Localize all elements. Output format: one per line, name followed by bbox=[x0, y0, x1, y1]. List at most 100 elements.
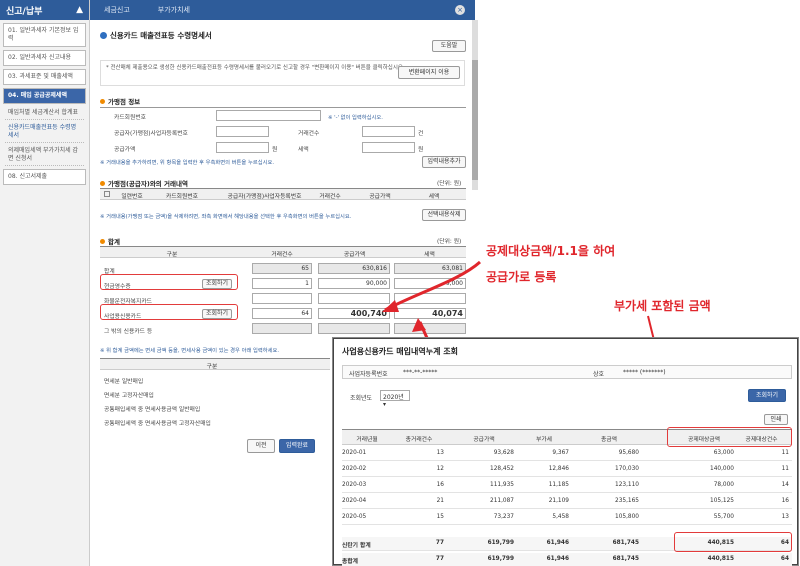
popup-table-cell: 681,745 bbox=[612, 540, 639, 546]
col-total-supply: 공급가액 bbox=[343, 252, 366, 258]
col-card-no: 카드회원번호 bbox=[166, 194, 198, 200]
close-icon[interactable]: × bbox=[455, 5, 465, 15]
popup-table-cell: 128,452 bbox=[490, 466, 514, 472]
trx-count-input[interactable] bbox=[362, 126, 415, 137]
popup-table-cell: 681,745 bbox=[612, 556, 639, 562]
popup-table-cell: 13 bbox=[781, 514, 789, 520]
unit-label: (단위: 원) bbox=[437, 181, 462, 187]
merchant-note: ※ 거래내용을 추가하려면, 위 항목을 입력한 후 우측화면의 버튼을 누르십… bbox=[100, 160, 275, 166]
scrollbar[interactable] bbox=[472, 20, 478, 190]
business-card-count[interactable]: 64 bbox=[252, 308, 312, 319]
won-unit: 원 bbox=[272, 147, 278, 153]
page-title: 신용카드 매출전표등 수령명세서 bbox=[100, 30, 212, 41]
popup-table-cell: 111,935 bbox=[490, 482, 514, 488]
popup-table-cell: 77 bbox=[435, 556, 444, 562]
print-button[interactable]: 인쇄 bbox=[764, 414, 788, 425]
sidebar-item-purchase-deduction[interactable]: 04. 매입 공급공제세액 bbox=[3, 88, 86, 104]
annotation-vat-included: 부가세 포함된 금액 bbox=[614, 299, 711, 313]
notice-text: * 전산매체 제출용으로 생성한 신용카드매출전표등 수령명세서를 불러오기로 … bbox=[106, 65, 405, 71]
popup-table-cell: 2020-04 bbox=[342, 498, 367, 504]
total-tax-value: 63,081 bbox=[394, 263, 466, 274]
delete-selected-button[interactable]: 선택내용삭제 bbox=[422, 209, 466, 221]
sidebar-item-report-content[interactable]: 02. 일반과세자 신고내용 bbox=[3, 50, 86, 66]
popup-table-cell: 77 bbox=[435, 540, 444, 546]
welfare-card-supply[interactable] bbox=[318, 293, 390, 304]
popup-table-cell: 170,030 bbox=[615, 466, 639, 472]
popup-search-button[interactable]: 조회하기 bbox=[748, 389, 786, 402]
scrollbar-thumb[interactable] bbox=[472, 60, 478, 180]
popup-table-row: 2020-02 12 128,452 12,846 170,030 140,000 11 bbox=[342, 463, 792, 477]
popup-table-cell: 16 bbox=[781, 498, 789, 504]
popup-table-cell: 13 bbox=[436, 450, 444, 456]
select-all-checkbox[interactable] bbox=[104, 191, 110, 197]
card-history-popup: 사업용신용카드 매입내역누계 조회 사업자등록번호 ***-**-***** 상… bbox=[333, 338, 798, 566]
annotation-register: 공급가로 등록 bbox=[486, 270, 557, 284]
help-button[interactable]: 도움말 bbox=[432, 40, 466, 52]
popup-table-cell: 105,125 bbox=[710, 498, 734, 504]
complete-button[interactable]: 입력완료 bbox=[279, 439, 315, 453]
sidebar-item-submit[interactable]: 08. 신고서제출 bbox=[3, 169, 86, 185]
col-month: 거래년월 bbox=[356, 437, 378, 443]
section-bullet-icon bbox=[100, 239, 105, 244]
deduct-row-2: 면세분 고정자산매입 bbox=[104, 393, 154, 399]
popup-table-cell: 21,109 bbox=[548, 498, 569, 504]
other-card-supply bbox=[318, 323, 390, 334]
top-bar: 세금신고 부가가치세 × bbox=[90, 0, 475, 20]
highlight-deductible-columns bbox=[667, 427, 792, 447]
popup-table-cell: 9,367 bbox=[552, 450, 569, 456]
breadcrumb-tax-report[interactable]: 세금신고 bbox=[90, 5, 144, 15]
popup-table-cell: 11 bbox=[781, 466, 789, 472]
sidebar-sub-invoice-summary[interactable]: 매입처별 세금계산서 합계표 bbox=[5, 107, 84, 120]
name-value: ***** (*******) bbox=[623, 369, 666, 376]
popup-table-cell: 140,000 bbox=[710, 466, 734, 472]
popup-table-cell: 55,700 bbox=[713, 514, 734, 520]
popup-table-cell: 619,799 bbox=[487, 540, 514, 546]
sidebar-sub-card-receipt[interactable]: 신용카드매출전표등 수령명세서 bbox=[5, 122, 84, 143]
card-number-input[interactable] bbox=[216, 110, 321, 121]
col-supplier: 공급자(가맹점)사업자등록번호 bbox=[227, 194, 302, 200]
total-supply-value: 630,816 bbox=[318, 263, 390, 274]
business-card-supply[interactable]: 400,740 bbox=[318, 308, 390, 319]
deduct-row-4: 공통매입세액 중 면세사용금액 고정자산매입 bbox=[104, 421, 211, 427]
add-entry-button[interactable]: 입력내용추가 bbox=[422, 156, 466, 168]
merchant-section-title: 가맹점 정보 bbox=[100, 96, 140, 106]
sidebar-item-sales-tax[interactable]: 03. 과세표준 및 매출세액 bbox=[3, 69, 86, 85]
cash-receipt-supply[interactable]: 90,000 bbox=[318, 278, 390, 289]
breadcrumb-vat[interactable]: 부가가치세 bbox=[144, 5, 204, 15]
popup-table-cell: 21 bbox=[436, 498, 444, 504]
cash-receipt-count[interactable]: 1 bbox=[252, 278, 312, 289]
popup-table-cell: 총합계 bbox=[342, 559, 358, 565]
year-select[interactable]: 2020년 ▾ bbox=[380, 390, 410, 408]
reg-label: 사업자등록번호 bbox=[349, 371, 388, 378]
popup-table-cell: 5,458 bbox=[552, 514, 569, 520]
popup-table-cell: 61,946 bbox=[546, 540, 569, 546]
trx-note: ※ 거래내용(가맹점 또는 금액)을 삭제하려면, 좌측 화면에서 해당내용을 … bbox=[100, 214, 352, 220]
other-card-tax bbox=[394, 323, 466, 334]
popup-table-cell: 11 bbox=[781, 450, 789, 456]
row-label-other-card: 그 밖의 신용카드 등 bbox=[104, 329, 153, 335]
prev-button[interactable]: 이전 bbox=[247, 439, 275, 453]
convert-page-button[interactable]: 변환페이지 이용 bbox=[398, 66, 460, 79]
welfare-card-count[interactable] bbox=[252, 293, 312, 304]
business-card-tax[interactable]: 40,074 bbox=[394, 308, 466, 319]
col-total-amount: 총금액 bbox=[601, 437, 617, 443]
cash-receipt-tax[interactable]: 9,000 bbox=[394, 278, 466, 289]
popup-table-cell: 73,237 bbox=[493, 514, 514, 520]
col-serial: 일련번호 bbox=[121, 194, 143, 200]
supplier-reg-input[interactable] bbox=[216, 126, 269, 137]
sidebar-sub-deemed-input[interactable]: 의제매입세액 부가가치세 감면 신청서 bbox=[5, 145, 84, 166]
collapse-icon[interactable]: ▲ bbox=[76, 5, 83, 15]
popup-table-cell: 95,680 bbox=[618, 450, 639, 456]
popup-table-cell: 12 bbox=[436, 466, 444, 472]
sidebar-item-basic-info[interactable]: 01. 일반과세자 기본정보 입력 bbox=[3, 23, 86, 47]
popup-table-cell: 440,815 bbox=[707, 556, 734, 562]
popup-title: 사업용신용카드 매입내역누계 조회 bbox=[342, 347, 458, 356]
col-tax: 세액 bbox=[428, 194, 440, 200]
welfare-card-tax[interactable] bbox=[394, 293, 466, 304]
tax-input[interactable] bbox=[362, 142, 415, 153]
supply-input[interactable] bbox=[216, 142, 269, 153]
deduct-row-3: 공통매입세액 중 면세사용금액 일반매입 bbox=[104, 407, 201, 413]
deduct-row-1: 면세분 일반매입 bbox=[104, 379, 144, 385]
col-supply: 공급가액 bbox=[473, 437, 495, 443]
col-count: 거래건수 bbox=[319, 194, 341, 200]
